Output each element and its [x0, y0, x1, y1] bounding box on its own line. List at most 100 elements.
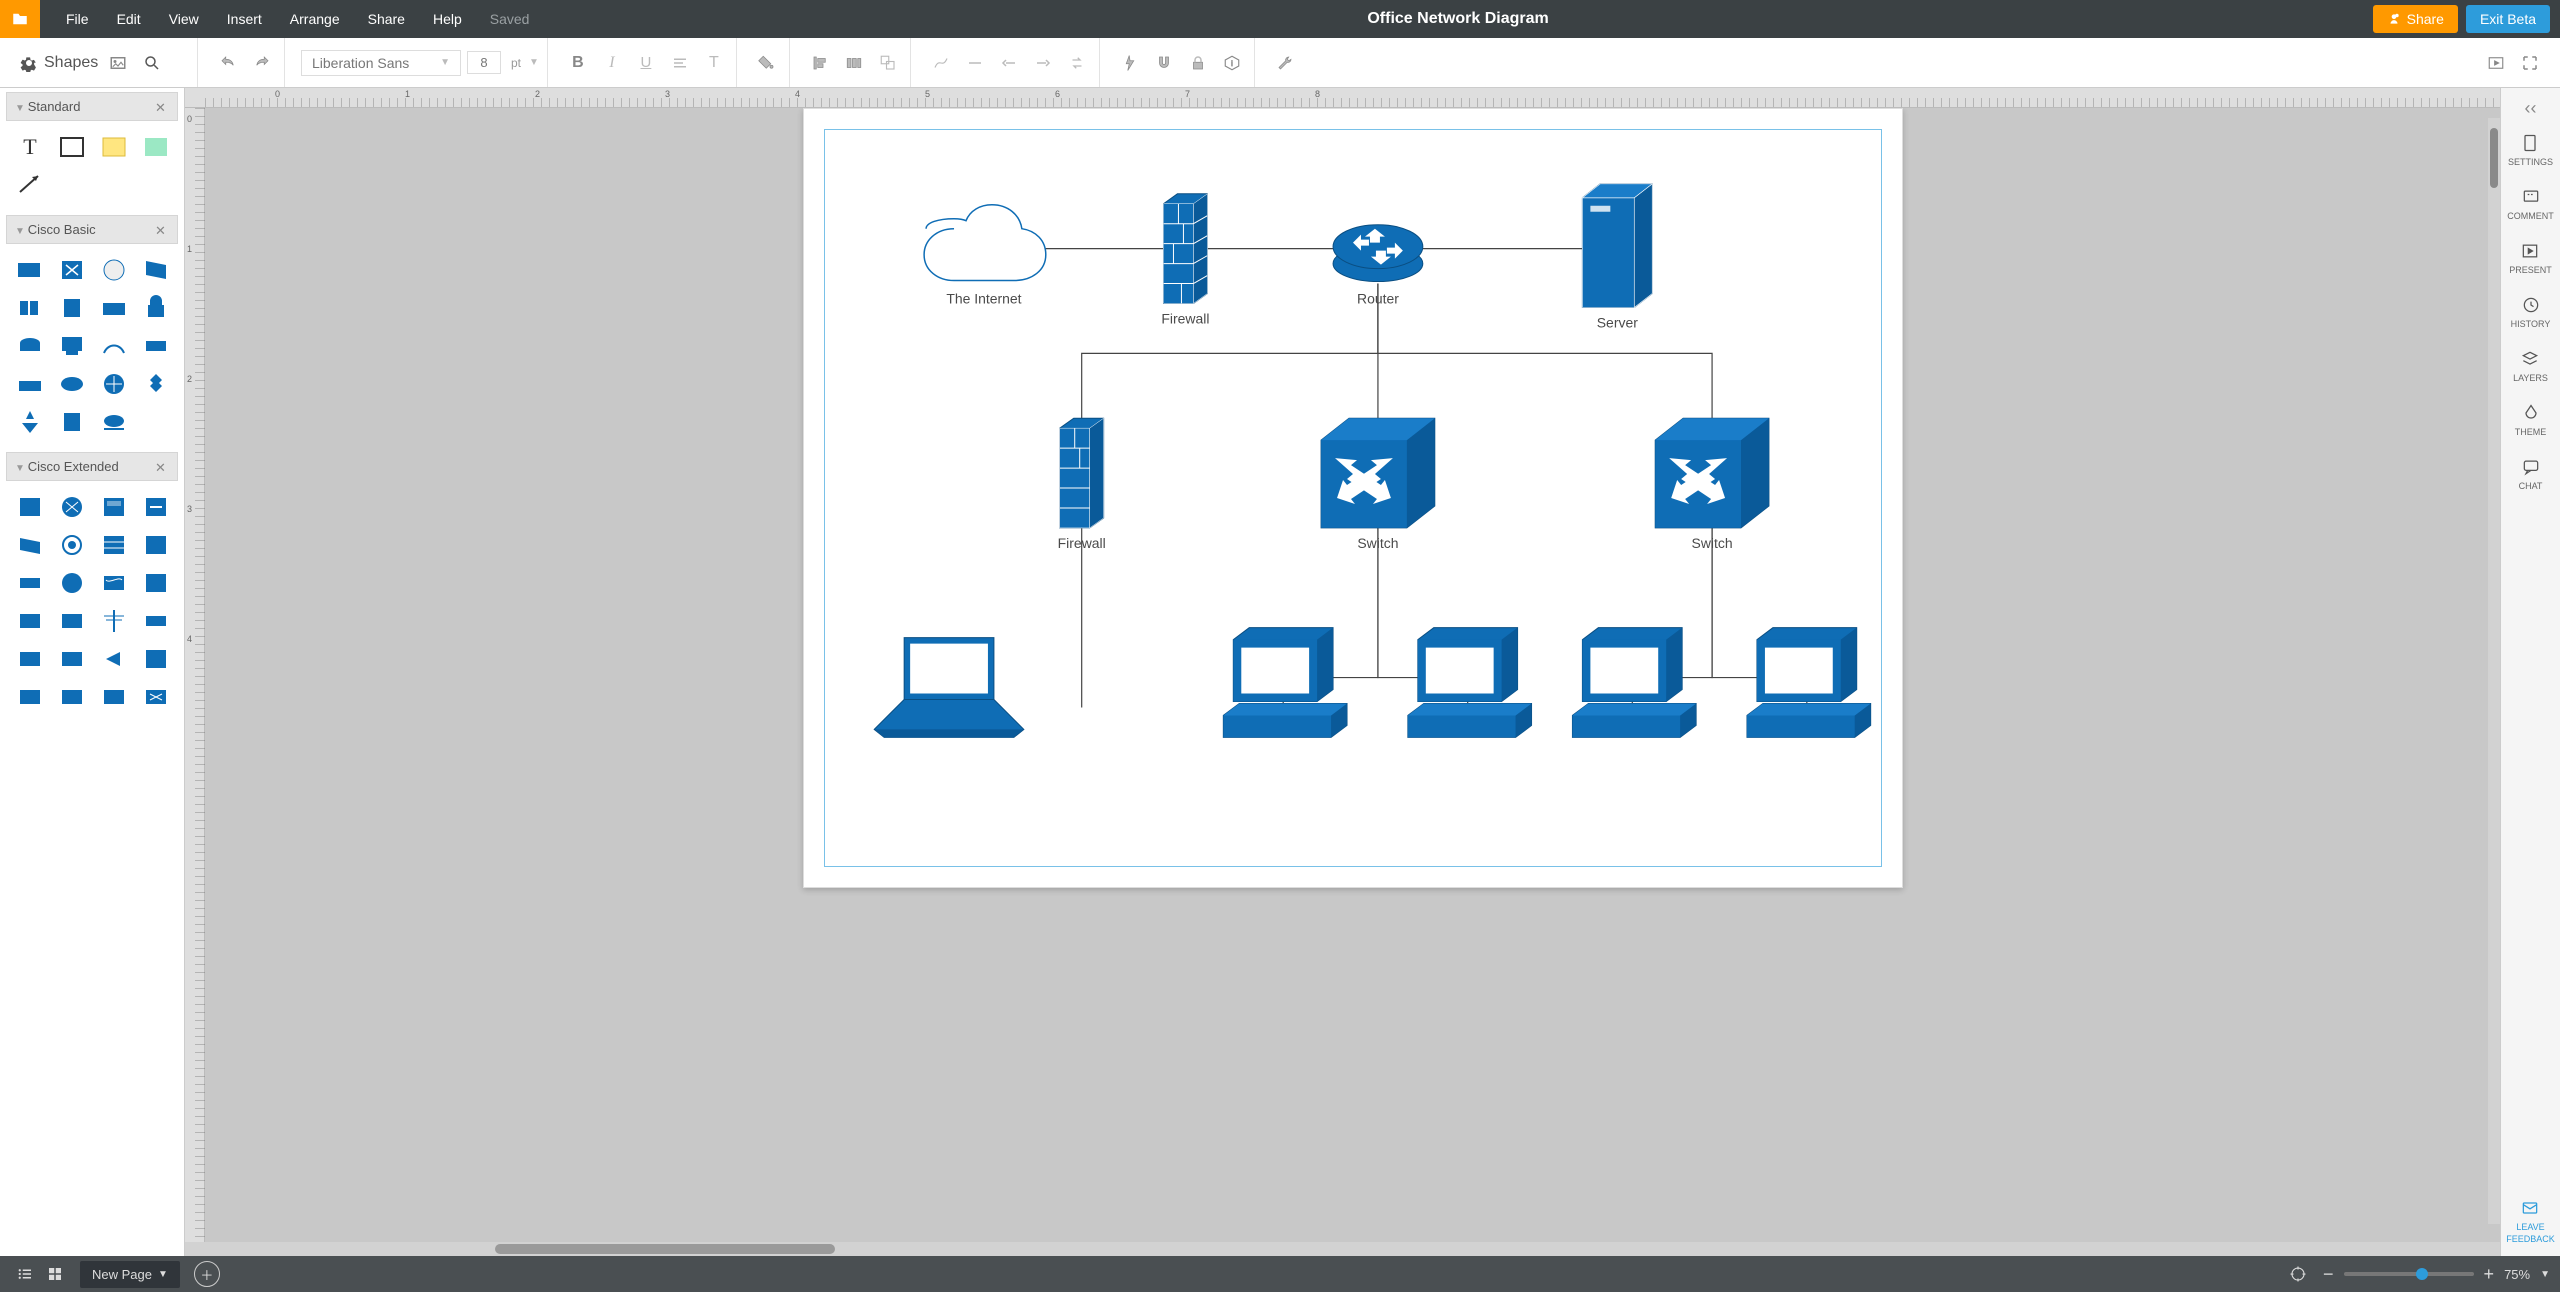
cisco-shape[interactable]	[12, 681, 48, 713]
menu-view[interactable]: View	[155, 0, 213, 38]
swap-icon[interactable]	[1063, 49, 1091, 77]
cisco-shape[interactable]	[96, 605, 132, 637]
cisco-shape[interactable]	[96, 567, 132, 599]
add-page-button[interactable]: ＋	[194, 1261, 220, 1287]
cisco-shape[interactable]	[54, 330, 90, 362]
play-icon[interactable]	[2482, 49, 2510, 77]
cisco-shape[interactable]	[138, 681, 174, 713]
cisco-shape[interactable]	[96, 643, 132, 675]
bold-icon[interactable]: B	[564, 49, 592, 77]
menu-insert[interactable]: Insert	[213, 0, 276, 38]
cisco-shape[interactable]	[138, 529, 174, 561]
wrench-icon[interactable]	[1271, 49, 1299, 77]
node-pc2[interactable]	[1407, 628, 1531, 738]
cisco-shape[interactable]	[96, 292, 132, 324]
node-router[interactable]: Router	[1333, 225, 1423, 307]
cisco-shape[interactable]	[54, 406, 90, 438]
close-icon[interactable]: ✕	[155, 460, 169, 474]
node-server[interactable]: Server	[1582, 184, 1652, 331]
cisco-shape[interactable]	[54, 529, 90, 561]
menu-file[interactable]: File	[52, 0, 103, 38]
section-standard[interactable]: ▼ Standard ✕	[6, 92, 178, 121]
cisco-shape[interactable]	[54, 491, 90, 523]
lock-icon[interactable]	[1184, 49, 1212, 77]
group-icon[interactable]	[874, 49, 902, 77]
shape-green[interactable]	[138, 131, 174, 163]
cisco-shape[interactable]	[96, 681, 132, 713]
rp-layers[interactable]: LAYERS	[2513, 349, 2548, 383]
cisco-shape[interactable]	[12, 406, 48, 438]
menu-share[interactable]: Share	[354, 0, 419, 38]
section-cisco-extended[interactable]: ▼ Cisco Extended ✕	[6, 452, 178, 481]
collapse-icon[interactable]: ‹‹	[2501, 94, 2560, 123]
cisco-shape[interactable]	[54, 368, 90, 400]
node-internet[interactable]: The Internet	[924, 205, 1046, 307]
node-firewall1[interactable]: Firewall	[1161, 194, 1209, 327]
grid-view-icon[interactable]	[40, 1259, 70, 1289]
fullscreen-icon[interactable]	[2516, 49, 2544, 77]
section-cisco-basic[interactable]: ▼ Cisco Basic ✕	[6, 215, 178, 244]
italic-icon[interactable]: I	[598, 49, 626, 77]
cisco-shape[interactable]	[12, 368, 48, 400]
magnet-icon[interactable]	[1150, 49, 1178, 77]
menu-arrange[interactable]: Arrange	[276, 0, 354, 38]
scrollbar-vertical[interactable]	[2488, 118, 2500, 1224]
node-pc1[interactable]	[1223, 628, 1347, 738]
line-style-icon[interactable]	[961, 49, 989, 77]
shape-text[interactable]: T	[12, 131, 48, 163]
cisco-shape[interactable]	[12, 254, 48, 286]
list-view-icon[interactable]	[10, 1259, 40, 1289]
line-curve-icon[interactable]	[927, 49, 955, 77]
cisco-shape[interactable]	[54, 605, 90, 637]
align-icon[interactable]	[666, 49, 694, 77]
cisco-shape[interactable]	[54, 567, 90, 599]
rp-settings[interactable]: SETTINGS	[2508, 133, 2553, 167]
cisco-shape[interactable]	[138, 368, 174, 400]
document-title[interactable]: Office Network Diagram	[543, 10, 2372, 28]
cisco-shape[interactable]	[54, 643, 90, 675]
node-laptop[interactable]	[874, 638, 1024, 738]
shape-note[interactable]	[96, 131, 132, 163]
actions-icon[interactable]	[1116, 49, 1144, 77]
cisco-shape[interactable]	[54, 292, 90, 324]
close-icon[interactable]: ✕	[155, 100, 169, 114]
file-tab-icon[interactable]	[0, 0, 40, 38]
shape-rect[interactable]	[54, 131, 90, 163]
arrow-end-icon[interactable]	[1029, 49, 1057, 77]
rp-present[interactable]: PRESENT	[2509, 241, 2552, 275]
font-select[interactable]: Liberation Sans ▼	[301, 50, 461, 76]
text-icon[interactable]: T	[700, 49, 728, 77]
cisco-shape[interactable]	[54, 681, 90, 713]
rp-history[interactable]: HISTORY	[2511, 295, 2551, 329]
zoom-in-icon[interactable]: +	[2484, 1264, 2495, 1285]
node-pc3[interactable]	[1572, 628, 1696, 738]
cisco-shape[interactable]	[96, 406, 132, 438]
cisco-shape[interactable]	[138, 567, 174, 599]
cisco-shape[interactable]	[138, 254, 174, 286]
node-pc4[interactable]	[1746, 628, 1870, 738]
cisco-shape[interactable]	[96, 491, 132, 523]
cisco-shape[interactable]	[138, 605, 174, 637]
scrollbar-horizontal[interactable]	[185, 1242, 2500, 1256]
image-icon[interactable]	[104, 49, 132, 77]
search-icon[interactable]	[138, 49, 166, 77]
cisco-shape[interactable]	[12, 529, 48, 561]
shape-arrow[interactable]	[12, 169, 48, 201]
cisco-shape[interactable]	[12, 330, 48, 362]
shapes-toggle[interactable]: Shapes	[16, 54, 98, 72]
arrow-start-icon[interactable]	[995, 49, 1023, 77]
distribute-icon[interactable]	[840, 49, 868, 77]
redo-icon[interactable]	[248, 49, 276, 77]
cisco-shape[interactable]	[12, 643, 48, 675]
cisco-shape[interactable]	[12, 567, 48, 599]
zoom-slider[interactable]	[2344, 1272, 2474, 1276]
rp-feedback[interactable]: LEAVE FEEDBACK	[2506, 1198, 2555, 1244]
cisco-shape[interactable]	[138, 330, 174, 362]
cisco-shape[interactable]	[138, 643, 174, 675]
cisco-shape[interactable]	[96, 330, 132, 362]
share-button[interactable]: Share	[2373, 5, 2458, 33]
info-icon[interactable]: i	[1218, 49, 1246, 77]
underline-icon[interactable]: U	[632, 49, 660, 77]
canvas-scroll[interactable]: The Internet	[205, 108, 2500, 1242]
fill-icon[interactable]	[753, 49, 781, 77]
